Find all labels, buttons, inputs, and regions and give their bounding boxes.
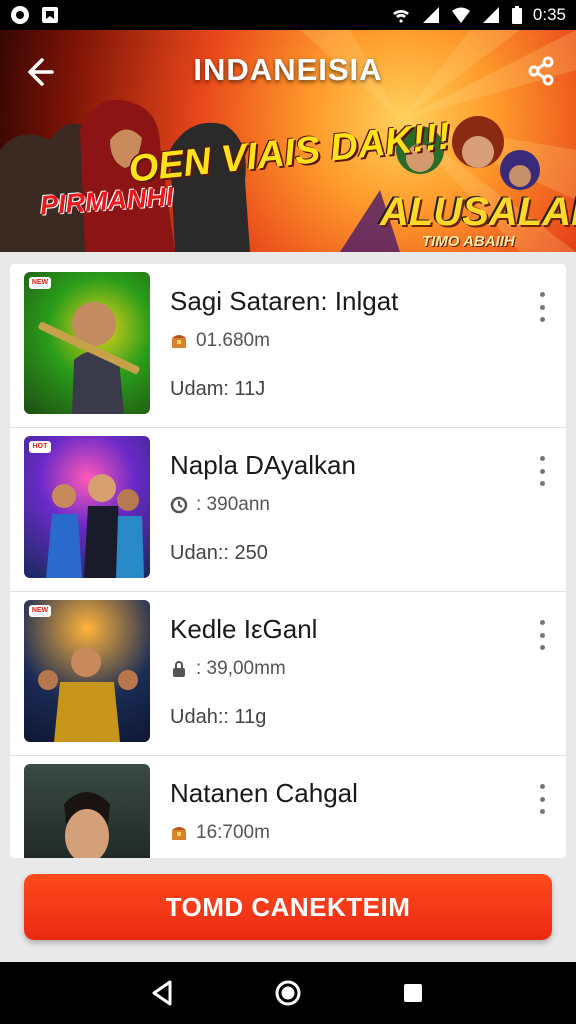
banner-game-logo: ALUSALAIS (380, 190, 576, 234)
game-meta: 01.680m (170, 330, 270, 352)
game-meta: : 390ann (170, 494, 270, 516)
thumbnail-art (38, 647, 138, 742)
banner-title: INDANEISIA (193, 52, 383, 87)
notification-icon (42, 7, 58, 23)
chest-icon (172, 827, 186, 840)
thumbnail-badge: NEW (29, 277, 51, 289)
more-options-button[interactable] (534, 292, 550, 322)
game-thumbnail[interactable]: NEW (24, 272, 150, 414)
status-bar: 0:35 (0, 0, 576, 30)
more-options-button[interactable] (534, 620, 550, 650)
list-item[interactable]: HOT Napla DAyalkan : 390ann Udan:: 250 (10, 428, 566, 592)
home-circle-icon[interactable] (273, 978, 303, 1008)
banner-game-logo-subtitle: TIMO ABAIIH (422, 233, 515, 250)
game-meta: : 39,00mm (170, 658, 286, 680)
thumbnail-badge: NEW (29, 605, 51, 617)
game-thumbnail[interactable] (24, 764, 150, 858)
game-subtitle: Udam: 11J (170, 378, 266, 400)
hero-banner: INDANEISIA OEN VIAIS DAK!!! PIRMANHI ALU… (0, 30, 576, 252)
signal-alt-icon (482, 7, 499, 23)
list-item[interactable]: NEW Kedle IεGanl : 39,00mm Udah:: 11g (10, 592, 566, 756)
system-nav-bar (0, 962, 576, 1024)
primary-action-button[interactable]: TOMD CANEKTEIM (24, 874, 552, 940)
game-title: Kedle IεGanl (170, 614, 318, 644)
status-left (10, 5, 60, 25)
game-meta-value: 01.680m (196, 330, 270, 351)
list-item[interactable]: Natanen Cahgal 16:700m (10, 756, 566, 858)
thumbnail-badge: HOT (29, 441, 51, 453)
signal-icon (422, 7, 439, 23)
battery-icon (511, 6, 522, 24)
more-options-button[interactable] (534, 784, 550, 814)
game-title: Napla DAyalkan (170, 450, 356, 480)
game-title: Sagi Sataren: Inlgat (170, 286, 399, 316)
game-meta: 16:700m (170, 822, 270, 844)
game-meta-value: : 39,00mm (196, 658, 286, 679)
game-thumbnail[interactable]: NEW (24, 600, 150, 742)
game-list: NEW Sagi Sataren: Inlgat 01.680m Udam: 1… (10, 264, 566, 858)
chest-icon (172, 335, 186, 348)
list-item[interactable]: NEW Sagi Sataren: Inlgat 01.680m Udam: 1… (10, 264, 566, 428)
game-title: Natanen Cahgal (170, 778, 358, 808)
game-meta-value: 16:700m (196, 822, 270, 843)
back-triangle-icon[interactable] (148, 978, 178, 1008)
status-time: 0:35 (532, 5, 566, 24)
share-button[interactable] (524, 54, 558, 88)
lock-icon (173, 661, 185, 677)
game-thumbnail[interactable]: HOT (24, 436, 150, 578)
thumbnail-art (46, 474, 144, 578)
wifi-icon (392, 9, 409, 23)
content-area: NEW Sagi Sataren: Inlgat 01.680m Udam: 1… (0, 252, 576, 962)
clock-icon (170, 496, 188, 514)
thumbnail-art (64, 792, 110, 858)
status-right: 0:35 (391, 5, 566, 25)
camera-app-icon (11, 6, 29, 24)
game-subtitle: Udan:: 250 (170, 542, 268, 564)
game-meta-value: : 390ann (196, 494, 270, 515)
recents-square-icon[interactable] (398, 978, 428, 1008)
wifi-alt-icon (451, 7, 470, 23)
game-subtitle: Udah:: 11g (170, 706, 267, 728)
more-options-button[interactable] (534, 456, 550, 486)
thumbnail-art (38, 302, 140, 414)
